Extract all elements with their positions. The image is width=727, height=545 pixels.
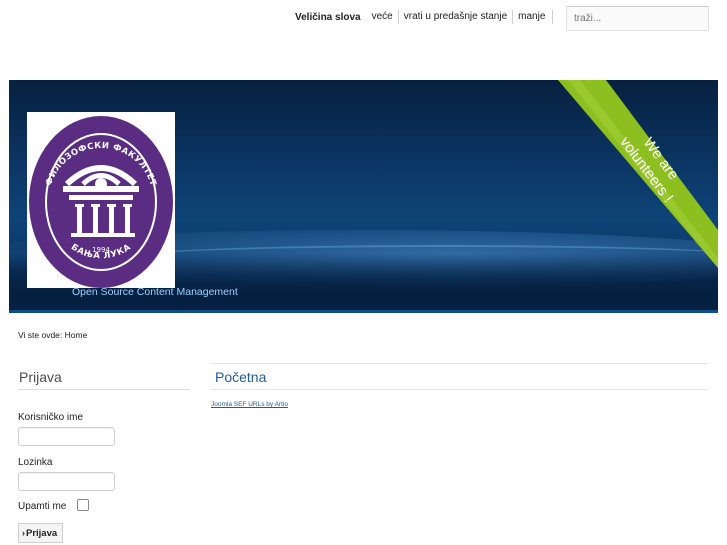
username-field[interactable]	[18, 427, 115, 446]
remember-me-label: Upamti me	[18, 501, 67, 512]
faculty-seal-icon: ФИЛОЗОФСКИ ФАКУЛТЕТ 1994 БАЊА ЛУКА	[29, 116, 173, 288]
site-logo[interactable]: ФИЛОЗОФСКИ ФАКУЛТЕТ 1994 БАЊА ЛУКА	[27, 112, 175, 288]
font-size-reset-link[interactable]: vrati u predašnje stanje	[399, 10, 514, 24]
font-size-bigger-link[interactable]: veće	[367, 10, 399, 24]
main-top-divider	[210, 363, 708, 364]
password-label: Lozinka	[18, 457, 53, 468]
volunteers-ribbon: We are volunteers !	[558, 80, 718, 270]
font-size-bar: Veličina slova veće vrati u predašnje st…	[295, 10, 554, 24]
site-tagline: Open Source Content Management	[72, 286, 238, 298]
font-size-title: Veličina slova	[295, 11, 361, 23]
remember-me-checkbox[interactable]	[77, 499, 89, 511]
username-label: Korisničko ime	[18, 412, 84, 423]
login-button[interactable]: › Prijava	[18, 523, 64, 543]
login-button-label: Prijava	[26, 527, 58, 539]
header-banner: ФИЛОЗОФСКИ ФАКУЛТЕТ 1994 БАЊА ЛУКА Open …	[9, 80, 718, 313]
password-field[interactable]	[18, 472, 115, 491]
font-size-smaller-link[interactable]: manje	[513, 10, 554, 24]
chevron-right-icon: ›	[22, 528, 25, 538]
main-title-divider	[210, 389, 708, 390]
login-module-title: Prijava	[19, 369, 62, 385]
sef-credit-link[interactable]: Joomla SEF URLs by Artio	[211, 401, 288, 408]
search-input[interactable]	[566, 6, 709, 31]
page-title: Početna	[215, 369, 267, 385]
login-title-divider	[18, 389, 190, 390]
breadcrumb: Vi ste ovde: Home	[18, 330, 88, 340]
